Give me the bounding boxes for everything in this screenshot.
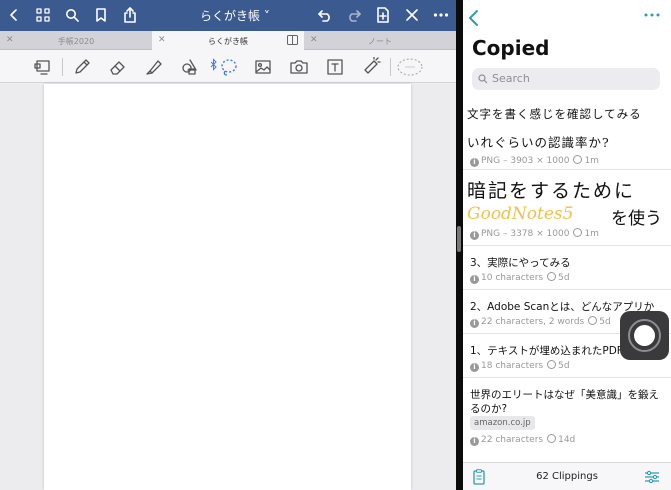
tab-techou-2020[interactable]: ✕ 手帳2020: [0, 31, 152, 50]
tab-rakugakichou[interactable]: ✕ らくがき帳: [152, 31, 304, 50]
clip-count: 62 Clippings: [536, 471, 598, 482]
more-icon[interactable]: [431, 5, 451, 25]
clock-icon: [547, 434, 557, 443]
undo-icon[interactable]: [315, 5, 335, 25]
bottom-toolbar: 62 Clippings: [463, 462, 671, 490]
lasso-icon[interactable]: [219, 57, 239, 77]
grid-icon[interactable]: [33, 5, 53, 25]
split-icon[interactable]: [287, 35, 298, 45]
split-handle[interactable]: [457, 226, 461, 252]
divider: [62, 58, 63, 76]
tab-note[interactable]: ✕ ノート: [304, 31, 456, 50]
clip-meta: i 10 characters 5d: [470, 272, 570, 284]
clip-item[interactable]: 文字を書く感じを確認してみる いれぐらいの認識率か? i PNG – 3903 ×…: [463, 100, 671, 170]
shapes-icon[interactable]: [180, 57, 200, 77]
clip-meta: i PNG – 3903 × 1000 1m: [470, 155, 599, 167]
clip-text: 世界のエリートはなぜ「美意識」を鍛え: [470, 389, 659, 401]
clip-meta: i PNG – 3378 × 1000 1m: [470, 228, 599, 240]
clip-text: るのか?: [470, 403, 508, 415]
bookmark-icon[interactable]: [91, 5, 111, 25]
pen-icon[interactable]: [72, 57, 92, 77]
clock-icon: [588, 316, 598, 325]
info-icon: i: [470, 437, 479, 446]
handwriting-line: いれぐらいの認識率か?: [467, 135, 610, 150]
close-icon[interactable]: [402, 5, 422, 25]
clipboard-app: Copied Search 文字を書く感じを確認してみる いれぐらいの認識率か?…: [463, 0, 671, 490]
handwriting-line: 文字を書く感じを確認してみる: [467, 107, 642, 121]
chevron-left-icon[interactable]: [4, 5, 24, 25]
assistive-touch-button[interactable]: [620, 311, 669, 360]
source-tag[interactable]: amazon.co.jp: [470, 416, 535, 430]
info-icon: i: [470, 158, 479, 167]
elements-icon[interactable]: [397, 57, 423, 77]
info-icon: i: [470, 363, 479, 372]
toolbar: [0, 50, 456, 83]
split-view: らくがき帳 ˅ ✕ 手帳2020 ✕ らくがき帳 ✕ ノート Copied Se…: [0, 0, 671, 490]
info-icon: i: [470, 319, 479, 328]
more-icon[interactable]: [644, 12, 660, 18]
document-title[interactable]: らくがき帳 ˅: [200, 7, 270, 24]
search-field[interactable]: Search: [472, 68, 660, 90]
clock-icon: [573, 155, 583, 164]
search-icon[interactable]: [62, 5, 82, 25]
assistive-touch-dot: [634, 325, 655, 346]
clock-icon: [547, 360, 557, 369]
image-icon[interactable]: [253, 57, 273, 77]
handwriting-line: 暗記をするために: [467, 180, 636, 202]
clip-meta: i 22 characters, 2 words 5d: [470, 316, 611, 328]
clip-text: 1、テキストが埋め込まれたPDF: [470, 345, 620, 357]
camera-icon[interactable]: [289, 57, 309, 77]
clip-meta: i 18 characters 5d: [470, 360, 570, 372]
laser-pointer-icon[interactable]: [361, 57, 381, 77]
handwriting-line: を使う: [611, 209, 662, 229]
eraser-icon[interactable]: [108, 57, 128, 77]
info-icon: i: [470, 275, 479, 284]
clip-item[interactable]: 暗記をするために GoodNotes5 を使う i PNG – 3378 × 10…: [463, 170, 671, 246]
page-canvas[interactable]: [0, 84, 456, 490]
clock-icon: [547, 272, 557, 281]
redo-icon[interactable]: [344, 5, 364, 25]
search-icon: [478, 74, 488, 84]
chevron-left-icon[interactable]: [466, 8, 482, 28]
handwriting-highlight: GoodNotes5: [467, 204, 574, 224]
clip-item[interactable]: 3、実際にやってみる i 10 characters 5d: [463, 246, 671, 290]
presentation-icon[interactable]: [33, 57, 53, 77]
text-icon[interactable]: [325, 57, 345, 77]
document-tabs: ✕ 手帳2020 ✕ らくがき帳 ✕ ノート: [0, 31, 456, 50]
search-placeholder: Search: [492, 72, 530, 85]
clip-text: 3、実際にやってみる: [470, 257, 571, 269]
highlighter-icon[interactable]: [144, 57, 164, 77]
info-icon: i: [470, 231, 479, 240]
notes-nav-bar: らくがき帳 ˅: [0, 0, 456, 31]
filter-sliders-icon[interactable]: [644, 470, 660, 484]
clock-icon: [573, 228, 583, 237]
clip-meta: i 22 characters 14d: [470, 434, 575, 446]
divider: [390, 58, 391, 76]
notes-app: らくがき帳 ˅ ✕ 手帳2020 ✕ らくがき帳 ✕ ノート: [0, 0, 456, 490]
bluetooth-icon: [210, 58, 217, 71]
page-title: Copied: [472, 36, 550, 60]
share-icon[interactable]: [120, 5, 140, 25]
add-page-icon[interactable]: [373, 5, 393, 25]
note-page[interactable]: [44, 84, 411, 490]
